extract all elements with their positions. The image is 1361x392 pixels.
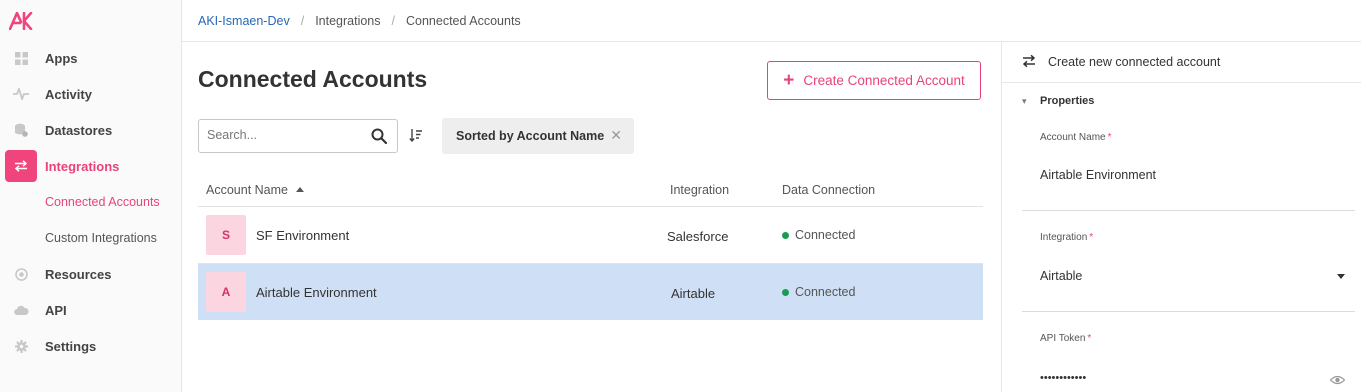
breadcrumb: AKI-Ismaen-Dev / Integrations / Connecte…: [182, 0, 1361, 42]
breadcrumb-separator: /: [300, 13, 305, 28]
sidebar-item-api[interactable]: API: [0, 292, 181, 328]
search-icon[interactable]: [371, 128, 387, 144]
dropdown-caret-icon[interactable]: [1337, 274, 1345, 279]
table-row[interactable]: S SF Environment Salesforce Connected: [198, 207, 983, 264]
create-button-label: Create Connected Account: [803, 73, 965, 88]
gear-icon: [11, 336, 31, 356]
account-name-field[interactable]: Airtable Environment: [1040, 168, 1156, 182]
plus-icon: +: [783, 70, 795, 91]
avatar: A: [206, 272, 246, 312]
sidebar-item-label: Settings: [45, 338, 97, 354]
required-marker: *: [1089, 232, 1094, 243]
divider: [1022, 210, 1355, 211]
sidebar-item-label: Apps: [45, 50, 78, 66]
breadcrumb-integrations[interactable]: Integrations: [315, 14, 380, 28]
sidebar-subitem-connected-accounts[interactable]: Connected Accounts: [45, 195, 160, 209]
field-label-text: Integration: [1040, 232, 1088, 243]
table-row[interactable]: A Airtable Environment Airtable Connecte…: [198, 264, 983, 320]
sidebar-item-apps[interactable]: Apps: [0, 40, 181, 76]
sidebar-item-datastores[interactable]: Datastores: [0, 112, 181, 148]
sidebar-item-label: Datastores: [45, 122, 113, 138]
sidebar: Apps Activity Datastores Integrations Co…: [0, 0, 182, 392]
sidebar-subitem-custom-integrations[interactable]: Custom Integrations: [45, 231, 157, 245]
field-label-text: Account Name: [1040, 132, 1106, 143]
column-header-integration[interactable]: Integration: [670, 183, 729, 197]
status-dot-icon: [782, 288, 789, 296]
breadcrumb-current: Connected Accounts: [406, 13, 521, 28]
close-icon[interactable]: ✕: [610, 127, 622, 144]
breadcrumb-workspace[interactable]: AKI-Ismaen-Dev: [198, 14, 290, 28]
sort-icon[interactable]: [409, 128, 423, 142]
eye-icon[interactable]: [1330, 375, 1345, 385]
sidebar-item-integrations[interactable]: Integrations: [0, 148, 181, 184]
status-label: Connected: [795, 285, 856, 299]
account-name-cell: Airtable Environment: [256, 285, 377, 300]
avatar: S: [206, 215, 246, 255]
chevron-down-icon[interactable]: ▾: [1022, 96, 1027, 107]
breadcrumb-separator: /: [391, 13, 395, 28]
swap-arrows-icon: [5, 150, 37, 182]
integration-label: Integration *: [1040, 232, 1093, 243]
account-name-label: Account Name *: [1040, 132, 1112, 143]
search-box: [198, 119, 398, 153]
status-dot-icon: [782, 231, 789, 239]
integration-cell: Salesforce: [667, 229, 729, 244]
apps-grid-icon: [11, 48, 31, 68]
sidebar-item-label: Resources: [45, 266, 112, 282]
integration-cell: Airtable: [671, 286, 716, 301]
resources-icon: [11, 264, 31, 284]
sidebar-item-label: Integrations: [45, 158, 120, 174]
create-connected-account-button[interactable]: + Create Connected Account: [767, 61, 981, 100]
api-token-field[interactable]: ••••••••••••: [1040, 372, 1086, 384]
column-header-account-name[interactable]: Account Name: [206, 183, 304, 197]
integration-select[interactable]: Airtable: [1040, 269, 1082, 283]
required-marker: *: [1107, 132, 1112, 143]
app-logo[interactable]: [9, 12, 33, 30]
sidebar-item-label: Activity: [45, 86, 92, 102]
sort-chip: Sorted by Account Name ✕: [442, 118, 634, 154]
field-label-text: API Token: [1040, 333, 1086, 344]
sort-chip-label: Sorted by Account Name: [456, 129, 605, 143]
api-token-label: API Token *: [1040, 333, 1091, 344]
database-icon: [11, 120, 31, 140]
panel-title: Create new connected account: [1048, 55, 1221, 69]
sidebar-item-settings[interactable]: Settings: [0, 328, 181, 364]
column-header-label: Account Name: [206, 183, 288, 197]
status-badge: Connected: [782, 228, 855, 242]
panel-header: Create new connected account: [1002, 42, 1361, 83]
account-name-cell: SF Environment: [256, 228, 350, 243]
swap-arrows-icon: [1022, 54, 1036, 68]
page-title: Connected Accounts: [198, 66, 428, 92]
activity-pulse-icon: [11, 84, 31, 104]
column-header-data-connection[interactable]: Data Connection: [782, 183, 875, 197]
create-account-panel: Create new connected account ▾ Propertie…: [1001, 42, 1361, 392]
status-badge: Connected: [782, 285, 855, 299]
search-input[interactable]: [207, 128, 367, 142]
divider: [1022, 311, 1355, 312]
sidebar-item-resources[interactable]: Resources: [0, 256, 181, 292]
status-label: Connected: [795, 228, 856, 242]
properties-section-toggle[interactable]: Properties: [1040, 95, 1094, 107]
required-marker: *: [1087, 333, 1092, 344]
sidebar-item-label: API: [45, 302, 67, 318]
sort-ascending-icon: [295, 187, 304, 192]
sidebar-item-activity[interactable]: Activity: [0, 76, 181, 112]
cloud-icon: [11, 300, 31, 320]
